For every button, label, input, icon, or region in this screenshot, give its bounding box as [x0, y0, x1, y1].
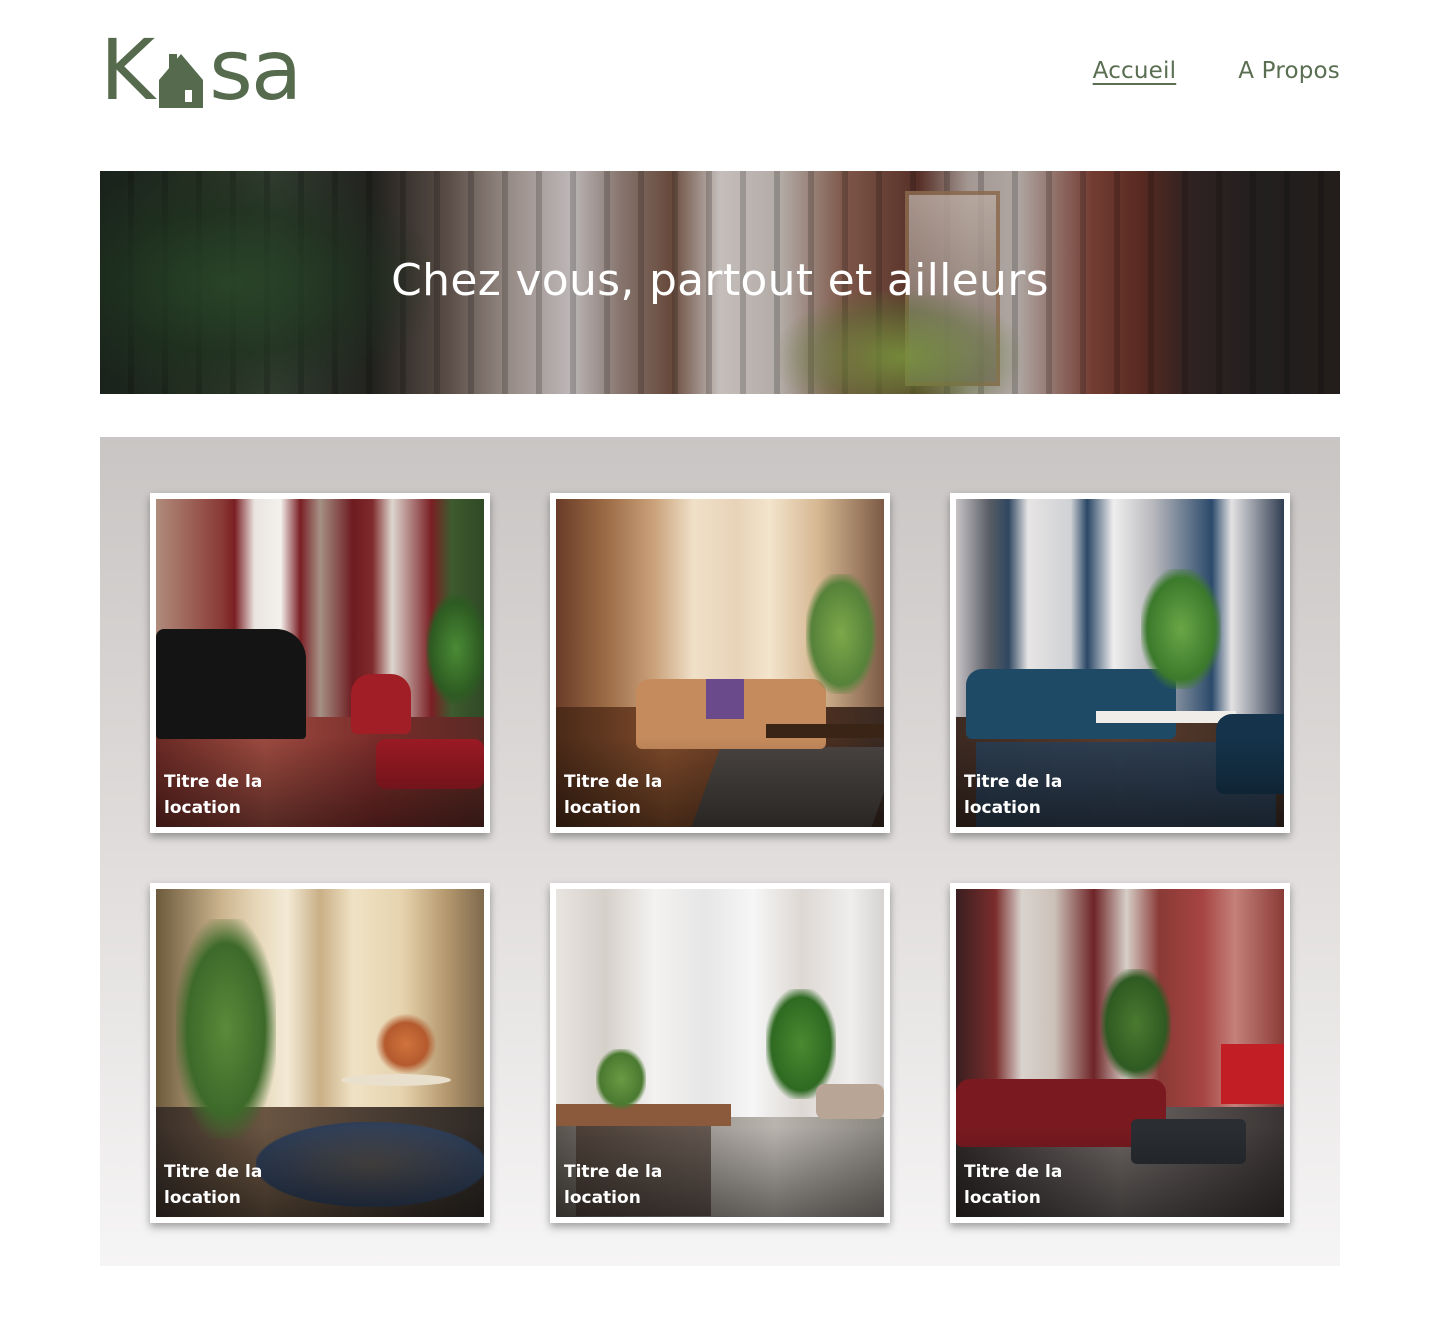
rental-card[interactable]: Titre de la location — [550, 493, 890, 833]
rental-title: Titre de la location — [564, 1162, 663, 1208]
rental-card[interactable]: Titre de la location — [950, 883, 1290, 1223]
nav-link-a-propos[interactable]: A Propos — [1238, 58, 1340, 84]
rental-card[interactable]: Titre de la location — [150, 883, 490, 1223]
house-icon — [155, 40, 207, 112]
rental-title: Titre de la location — [964, 1162, 1063, 1208]
logo-letters-sa: sa — [209, 21, 302, 119]
banner-title: Chez vous, partout et ailleurs — [391, 255, 1049, 306]
rental-title: Titre de la location — [964, 772, 1063, 818]
rental-title: Titre de la location — [164, 1162, 263, 1208]
rental-title: Titre de la location — [164, 772, 263, 818]
rental-title: Titre de la location — [564, 772, 663, 818]
kasa-logo[interactable]: K sa — [100, 28, 302, 112]
rentals-gallery: Titre de la location Titre de la locatio… — [100, 437, 1340, 1266]
rental-card[interactable]: Titre de la location — [550, 883, 890, 1223]
nav-link-accueil[interactable]: Accueil — [1093, 58, 1177, 84]
banner-plant-image — [780, 291, 1020, 394]
logo-letter-k: K — [100, 21, 155, 119]
hero-banner: Chez vous, partout et ailleurs — [100, 171, 1340, 394]
rental-card[interactable]: Titre de la location — [150, 493, 490, 833]
rental-card[interactable]: Titre de la location — [950, 493, 1290, 833]
main-nav: Accueil A Propos — [1093, 58, 1340, 84]
site-header: K sa Accueil A Propos — [100, 28, 1340, 112]
